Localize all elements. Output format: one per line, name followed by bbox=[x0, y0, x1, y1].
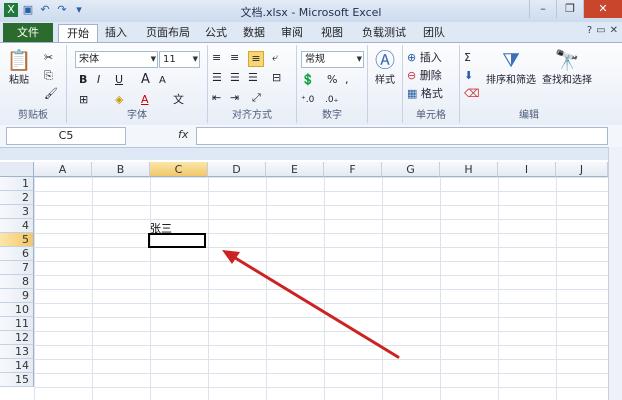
annotation-arrow bbox=[222, 250, 400, 359]
